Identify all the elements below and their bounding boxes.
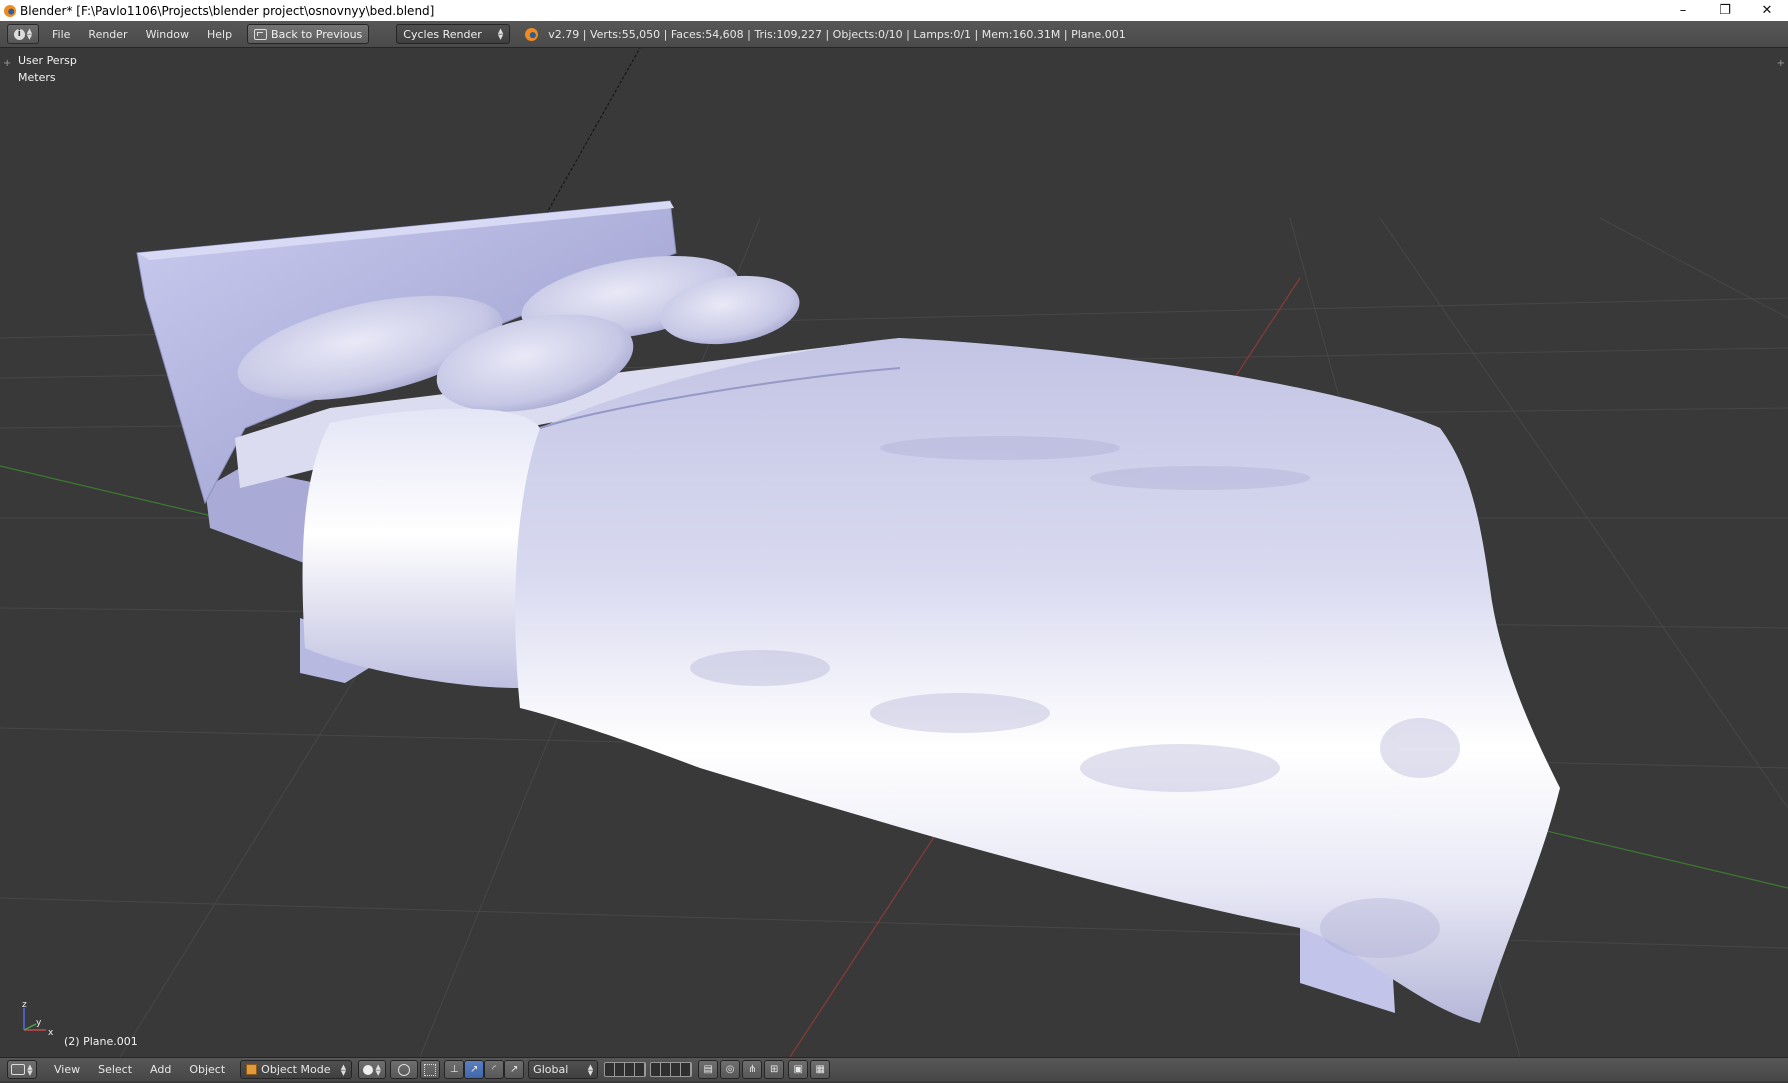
minimize-button[interactable]: –: [1662, 0, 1704, 21]
menu-window[interactable]: Window: [137, 21, 198, 47]
3d-viewport[interactable]: User Persp Meters + + z y x (2) Plane.00…: [0, 48, 1788, 1057]
scene-layers-2-icon[interactable]: [650, 1062, 693, 1077]
close-button[interactable]: ✕: [1746, 0, 1788, 21]
view-name-label: User Persp: [18, 54, 77, 67]
clapperboard-icon: ▦: [815, 1064, 825, 1075]
viewport-scene: [0, 48, 1788, 1057]
active-object-label: (2) Plane.001: [64, 1035, 138, 1048]
updown-arrows-icon: ▲ ▼: [497, 27, 504, 41]
region-toggle-left-icon[interactable]: +: [3, 58, 11, 69]
snap-toggle[interactable]: ⋔: [742, 1060, 763, 1079]
3d-view-header: ▲ ▼ View Select Add Object Object Mode ▲ ▼…: [0, 1057, 1788, 1081]
units-label: Meters: [18, 71, 56, 84]
menu-file[interactable]: File: [43, 21, 79, 47]
menu-select[interactable]: Select: [89, 1057, 141, 1083]
blender-logo-icon: [525, 27, 539, 41]
limit-visible-icon: [424, 1063, 437, 1076]
camera-icon: ▣: [793, 1064, 803, 1075]
interaction-mode-select[interactable]: Object Mode ▲ ▼: [240, 1060, 353, 1079]
window-controls: – ❐ ✕: [1662, 0, 1788, 21]
menu-help[interactable]: Help: [198, 21, 241, 47]
axis-x-label: x: [48, 1028, 54, 1038]
proportional-icon: ◎: [725, 1064, 735, 1075]
limit-selection-toggle[interactable]: [420, 1060, 441, 1079]
render-engine-select[interactable]: Cycles Render ▲ ▼: [396, 24, 511, 44]
updown-arrows-icon: ▲ ▼: [26, 27, 33, 41]
scale-manipulator-button[interactable]: ↗: [504, 1060, 525, 1079]
back-to-previous-button[interactable]: Back to Previous: [247, 24, 370, 44]
solid-shading-icon: [363, 1064, 374, 1075]
updown-arrows-icon: ▲ ▼: [340, 1062, 347, 1077]
render-engine-label: Cycles Render: [403, 27, 482, 41]
manipulator-icon: ⊥: [449, 1064, 459, 1075]
manipulator-toggle[interactable]: ⊥: [444, 1060, 465, 1079]
menu-object[interactable]: Object: [180, 1057, 234, 1083]
translate-arrow-icon: ↗: [469, 1064, 479, 1075]
lock-camera-layers-button[interactable]: ▤: [698, 1060, 719, 1079]
screen-back-icon: [254, 28, 268, 40]
restore-button[interactable]: ❐: [1704, 0, 1746, 21]
transform-orientation-select[interactable]: Global ▲ ▼: [528, 1060, 599, 1079]
back-to-previous-label: Back to Previous: [271, 27, 363, 41]
rotate-manipulator-button[interactable]: ◜: [484, 1060, 505, 1079]
mode-label: Object Mode: [261, 1063, 331, 1076]
render-image-button[interactable]: ▣: [788, 1060, 809, 1079]
pivot-icon: [398, 1063, 411, 1076]
snap-increment-icon: ⊞: [769, 1064, 779, 1075]
editor-type-button[interactable]: i ▲ ▼: [7, 24, 39, 44]
3d-view-icon: [11, 1064, 26, 1075]
sheet-fold: [302, 408, 540, 688]
blender-app-icon: [4, 4, 16, 17]
object-mode-icon: [246, 1064, 258, 1075]
info-header: i ▲ ▼ File Render Window Help Back to Pre…: [0, 21, 1788, 48]
updown-arrows-icon: ▲ ▼: [27, 1062, 33, 1077]
updown-arrows-icon: ▲ ▼: [375, 1062, 381, 1077]
menu-add[interactable]: Add: [141, 1057, 180, 1083]
render-animation-button[interactable]: ▦: [810, 1060, 831, 1079]
axis-z-label: z: [22, 1000, 27, 1010]
axis-y-label: y: [36, 1018, 42, 1028]
window-title: Blender* [F:\Pavlo1106\Projects\blender …: [20, 3, 435, 18]
window-titlebar: Blender* [F:\Pavlo1106\Projects\blender …: [0, 0, 1788, 22]
rotate-icon: ◜: [492, 1064, 497, 1075]
proportional-edit-button[interactable]: ◎: [720, 1060, 741, 1079]
scene-layers-1-icon[interactable]: [604, 1062, 647, 1077]
scale-icon: ↗: [509, 1064, 519, 1075]
menu-view[interactable]: View: [45, 1057, 89, 1083]
region-toggle-right-icon[interactable]: +: [1777, 58, 1785, 69]
editor-type-button[interactable]: ▲ ▼: [7, 1060, 37, 1079]
orientation-label: Global: [533, 1063, 569, 1076]
info-icon: i: [13, 28, 25, 40]
viewport-shading-select[interactable]: ▲ ▼: [358, 1060, 387, 1079]
menu-render[interactable]: Render: [79, 21, 136, 47]
scene-statistics: v2.79 | Verts:55,050 | Faces:54,608 | Tr…: [548, 27, 1126, 41]
translate-manipulator-button[interactable]: ↗: [464, 1060, 485, 1079]
updown-arrows-icon: ▲ ▼: [587, 1062, 594, 1077]
layers-icon: ▤: [703, 1064, 713, 1075]
snap-element-select[interactable]: ⊞: [764, 1060, 785, 1079]
magnet-icon: ⋔: [747, 1064, 757, 1075]
pivot-point-select[interactable]: [390, 1060, 419, 1079]
